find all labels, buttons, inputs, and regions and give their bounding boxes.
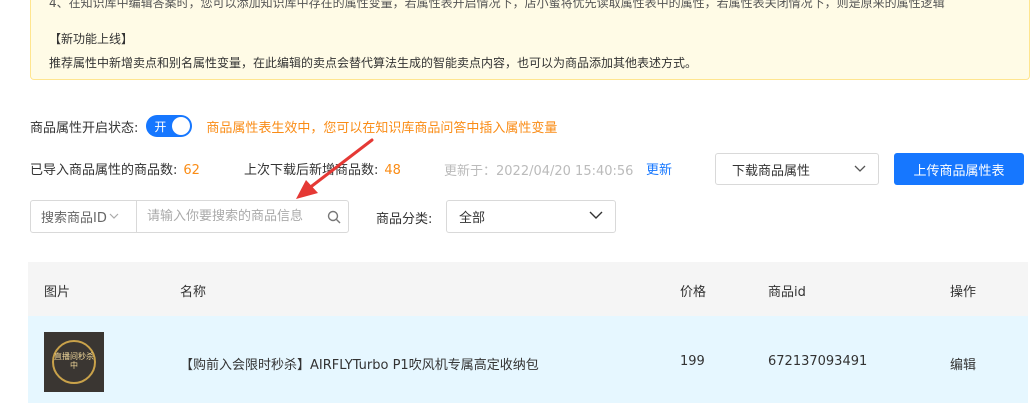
imported-label: 已导入商品属性的商品数: bbox=[30, 163, 178, 178]
product-thumbnail: 直播间秒杀中 bbox=[44, 332, 104, 392]
product-id: 672137093491 bbox=[768, 354, 868, 369]
header-product-id: 商品id bbox=[768, 285, 806, 300]
table-header: 图片 名称 价格 商品id 操作 bbox=[28, 262, 1028, 316]
stats-row: 已导入商品属性的商品数: 62 上次下载后新增商品数: 48 更新于：2022/04… bbox=[30, 153, 1030, 185]
chevron-down-icon bbox=[854, 162, 866, 177]
notice-line-3: 推荐属性中新增卖点和别名属性变量，在此编辑的卖点会替代算法生成的智能卖点内容，也… bbox=[49, 56, 698, 70]
category-select[interactable]: 全部 bbox=[446, 200, 616, 233]
status-row: 商品属性开启状态: 开 商品属性表生效中，您可以在知识库商品问答中插入属性变量 bbox=[30, 114, 557, 138]
new-stat: 上次下载后新增商品数: 48 bbox=[244, 159, 401, 178]
attribute-toggle[interactable]: 开 bbox=[146, 115, 193, 137]
toggle-text: 开 bbox=[154, 119, 167, 134]
notice-line-2: 【新功能上线】 bbox=[49, 32, 134, 46]
status-message: 商品属性表生效中，您可以在知识库商品问答中插入属性变量 bbox=[206, 120, 558, 136]
header-image: 图片 bbox=[44, 285, 71, 300]
search-type-select[interactable]: 搜索商品ID bbox=[31, 201, 137, 232]
download-select-value: 下载商品属性 bbox=[732, 163, 811, 179]
search-row: 搜索商品ID 商品分类: 全部 bbox=[30, 200, 630, 233]
toggle-knob bbox=[172, 117, 191, 135]
category-label: 商品分类: bbox=[376, 212, 433, 227]
search-type-value: 搜索商品ID bbox=[41, 211, 107, 226]
search-icon[interactable] bbox=[320, 210, 348, 224]
imported-count: 62 bbox=[183, 163, 200, 178]
search-input[interactable] bbox=[137, 201, 320, 232]
refresh-link[interactable]: 更新 bbox=[646, 159, 672, 178]
table-row: 直播间秒杀中 【购前入会限时秒杀】AIRFLYTurbo P1吹风机专属高定收纳… bbox=[28, 316, 1028, 403]
new-count: 48 bbox=[384, 163, 401, 178]
product-price: 199 bbox=[680, 354, 705, 369]
notice-banner: 4、在知识库中编辑答案时，您可以添加知识库中存在的属性变量，若属性表开启情况下，… bbox=[30, 0, 1030, 80]
thumbnail-badge: 直播间秒杀中 bbox=[52, 340, 96, 384]
download-attributes-select[interactable]: 下载商品属性 bbox=[715, 153, 879, 185]
status-label: 商品属性开启状态: bbox=[30, 120, 139, 136]
notice-line-1: 4、在知识库中编辑答案时，您可以添加知识库中存在的属性变量，若属性表开启情况下，… bbox=[49, 0, 945, 10]
updated-time: 更新于：2022/04/20 15:40:56 bbox=[444, 164, 634, 179]
search-group: 搜索商品ID bbox=[30, 200, 349, 233]
product-name: 【购前入会限时秒杀】AIRFLYTurbo P1吹风机专属高定收纳包 bbox=[180, 358, 539, 373]
imported-stat: 已导入商品属性的商品数: 62 bbox=[30, 159, 200, 178]
upload-attributes-button[interactable]: 上传商品属性表 bbox=[894, 153, 1024, 185]
chevron-down-icon bbox=[589, 209, 603, 224]
new-label: 上次下载后新增商品数: bbox=[244, 163, 379, 178]
chevron-down-icon bbox=[109, 209, 119, 224]
category-value: 全部 bbox=[459, 211, 486, 226]
header-price: 价格 bbox=[680, 285, 707, 300]
header-name: 名称 bbox=[180, 285, 207, 300]
header-action: 操作 bbox=[950, 285, 977, 300]
edit-link[interactable]: 编辑 bbox=[950, 354, 976, 373]
